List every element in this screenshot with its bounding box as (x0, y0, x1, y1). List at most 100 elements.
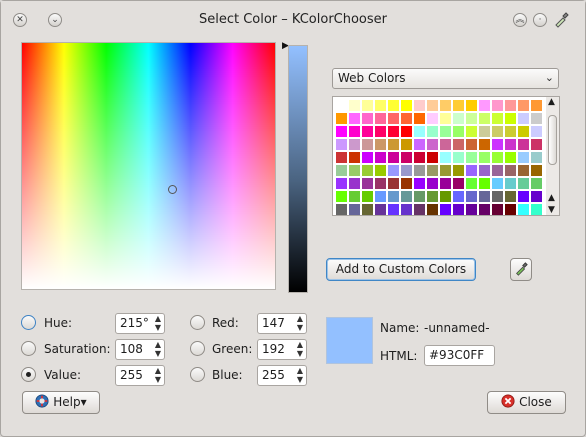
color-swatch[interactable] (491, 177, 504, 190)
color-swatch[interactable] (374, 151, 387, 164)
scroll-up-icon[interactable]: ▲ (548, 193, 555, 203)
value-spinbox[interactable]: 255 ▲ ▼ (115, 365, 165, 386)
scrollbar-thumb[interactable] (548, 115, 557, 165)
color-swatch[interactable] (413, 203, 426, 215)
color-swatch[interactable] (413, 190, 426, 203)
color-swatch[interactable] (400, 177, 413, 190)
scroll-up-icon[interactable]: ▲ (548, 97, 555, 107)
color-swatch[interactable] (361, 203, 374, 215)
color-swatch[interactable] (491, 99, 504, 112)
color-swatch[interactable] (335, 190, 348, 203)
color-swatch[interactable] (400, 138, 413, 151)
color-swatch[interactable] (387, 203, 400, 215)
hue-saturation-field[interactable] (21, 42, 276, 290)
color-swatch[interactable] (465, 112, 478, 125)
html-color-input[interactable]: #93C0FF (424, 345, 495, 366)
spin-arrows-icon[interactable]: ▲ ▼ (297, 340, 303, 358)
color-swatch[interactable] (361, 190, 374, 203)
color-swatch[interactable] (504, 190, 517, 203)
color-swatch[interactable] (400, 190, 413, 203)
color-swatch[interactable] (413, 112, 426, 125)
color-cursor[interactable] (168, 185, 177, 194)
hue-radio[interactable] (21, 315, 36, 330)
color-swatch[interactable] (361, 112, 374, 125)
color-swatch[interactable] (504, 112, 517, 125)
color-swatch[interactable] (530, 138, 543, 151)
color-swatch[interactable] (335, 164, 348, 177)
value-slider[interactable] (288, 45, 308, 293)
color-swatch[interactable] (374, 203, 387, 215)
color-swatch[interactable] (465, 99, 478, 112)
color-swatch[interactable] (517, 177, 530, 190)
color-swatch[interactable] (504, 151, 517, 164)
color-swatch[interactable] (478, 190, 491, 203)
palette-select[interactable]: Web Colors ⌄ (332, 68, 559, 89)
color-swatch[interactable] (439, 125, 452, 138)
red-radio[interactable] (190, 315, 205, 330)
color-swatch[interactable] (426, 190, 439, 203)
color-swatch[interactable] (348, 203, 361, 215)
color-swatch[interactable] (387, 99, 400, 112)
color-swatch[interactable] (413, 177, 426, 190)
color-swatch[interactable] (478, 164, 491, 177)
color-swatch[interactable] (361, 138, 374, 151)
color-swatch[interactable] (465, 151, 478, 164)
color-swatch[interactable] (413, 138, 426, 151)
color-swatch[interactable] (335, 138, 348, 151)
green-spinbox[interactable]: 192 ▲ ▼ (257, 339, 307, 360)
color-swatch[interactable] (426, 177, 439, 190)
color-swatch[interactable] (387, 151, 400, 164)
green-radio[interactable] (190, 341, 205, 356)
color-swatch[interactable] (413, 125, 426, 138)
color-swatch[interactable] (387, 164, 400, 177)
color-swatch[interactable] (348, 112, 361, 125)
color-swatch[interactable] (335, 151, 348, 164)
color-swatch[interactable] (348, 138, 361, 151)
color-swatch[interactable] (374, 112, 387, 125)
color-swatch[interactable] (517, 151, 530, 164)
color-swatch[interactable] (400, 164, 413, 177)
color-swatch[interactable] (374, 125, 387, 138)
color-swatch[interactable] (478, 151, 491, 164)
color-swatch[interactable] (452, 177, 465, 190)
color-swatch[interactable] (465, 203, 478, 215)
color-swatch[interactable] (504, 138, 517, 151)
help-button[interactable]: Help▾ (22, 391, 100, 414)
color-swatch[interactable] (517, 190, 530, 203)
color-swatch[interactable] (439, 151, 452, 164)
color-swatch[interactable] (530, 112, 543, 125)
color-swatch[interactable] (335, 99, 348, 112)
color-swatch[interactable] (387, 177, 400, 190)
color-swatch[interactable] (361, 99, 374, 112)
color-swatch[interactable] (400, 203, 413, 215)
color-swatch[interactable] (465, 138, 478, 151)
color-swatch[interactable] (504, 164, 517, 177)
color-swatch[interactable] (348, 164, 361, 177)
color-swatch[interactable] (426, 125, 439, 138)
color-swatch[interactable] (530, 190, 543, 203)
color-swatch[interactable] (439, 177, 452, 190)
red-spinbox[interactable]: 147 ▲ ▼ (257, 313, 307, 334)
color-swatch[interactable] (361, 151, 374, 164)
blue-radio[interactable] (190, 367, 205, 382)
color-swatch[interactable] (530, 177, 543, 190)
color-swatch[interactable] (413, 99, 426, 112)
color-swatch[interactable] (504, 125, 517, 138)
spin-arrows-icon[interactable]: ▲ ▼ (155, 340, 161, 358)
keep-above-icon[interactable]: ︽ (513, 13, 527, 27)
spin-arrows-icon[interactable]: ▲ ▼ (155, 314, 161, 332)
color-swatch[interactable] (478, 112, 491, 125)
color-swatch[interactable] (387, 125, 400, 138)
color-swatch[interactable] (426, 138, 439, 151)
color-swatch[interactable] (387, 138, 400, 151)
color-swatch[interactable] (387, 190, 400, 203)
color-swatch[interactable] (400, 112, 413, 125)
color-swatch[interactable] (348, 99, 361, 112)
color-swatch[interactable] (439, 138, 452, 151)
color-swatch[interactable] (452, 112, 465, 125)
swatch-scrollbar[interactable]: ▲ ▲ ▼ (546, 97, 559, 215)
minimize-icon[interactable]: · (533, 13, 547, 27)
color-swatch[interactable] (478, 125, 491, 138)
eyedropper-title-icon[interactable] (553, 12, 569, 28)
color-swatch[interactable] (426, 164, 439, 177)
